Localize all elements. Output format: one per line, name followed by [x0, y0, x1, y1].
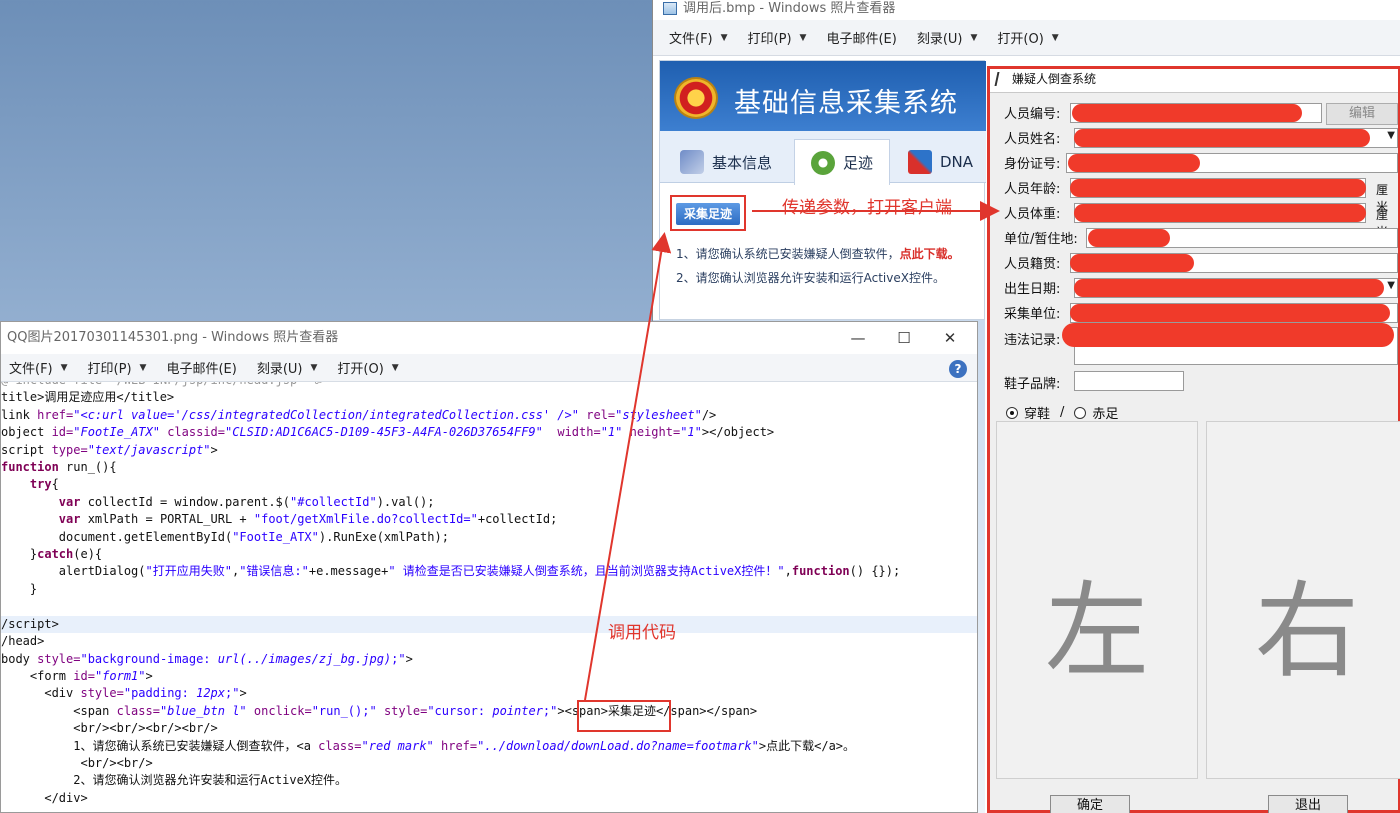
annotation-arrows [584, 201, 1000, 701]
highlight-box [577, 700, 671, 732]
annotation-pass-params: 传递参数，打开客户端 [782, 198, 952, 218]
annotation-call-code: 调用代码 [608, 623, 676, 643]
